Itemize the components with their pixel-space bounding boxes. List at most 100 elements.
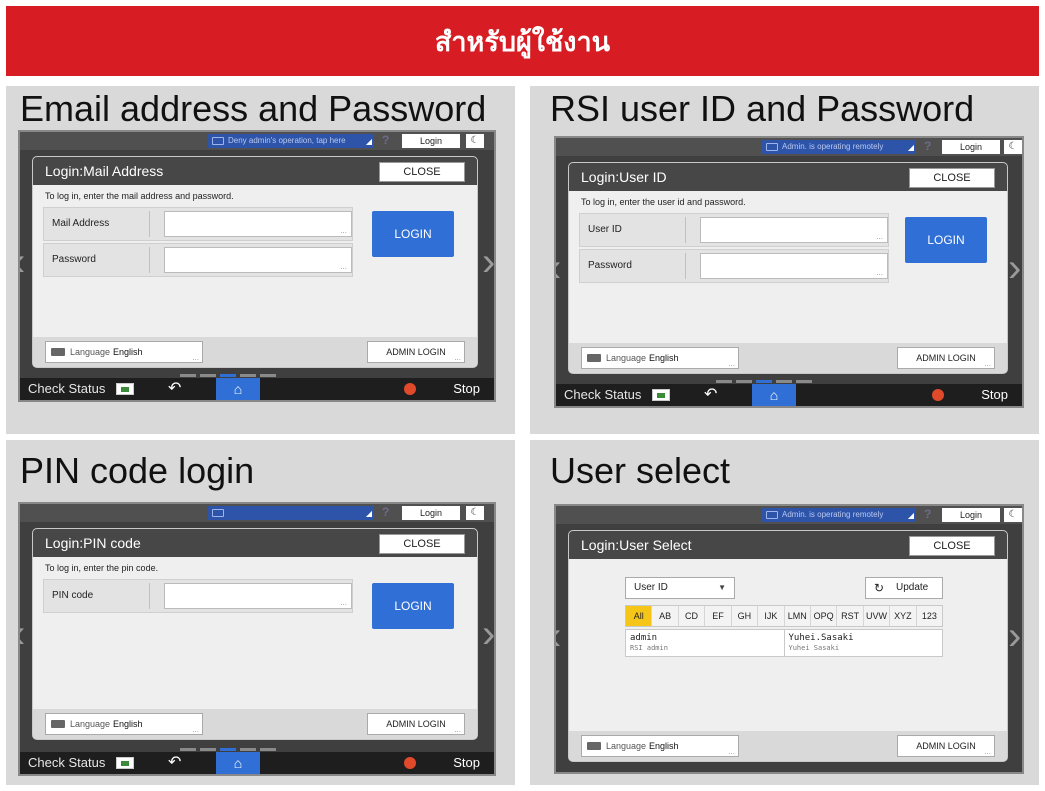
moon-icon[interactable]: ☾ — [1004, 508, 1022, 522]
alpha-filter-tabs: All AB CD EF GH IJK LMN OPQ RST UVW XYZ … — [625, 605, 943, 627]
keyboard-icon — [587, 742, 601, 750]
status-icon[interactable] — [116, 383, 134, 395]
tab-cd[interactable]: CD — [679, 606, 706, 626]
arrow-left-icon[interactable]: ‹ — [20, 614, 25, 654]
help-icon[interactable]: ? — [924, 139, 931, 153]
stop-icon[interactable] — [404, 383, 416, 395]
help-icon[interactable]: ? — [382, 505, 389, 519]
field-label: Password — [52, 254, 96, 265]
user-select-dialog: Login:User Select CLOSE User ID ▼ ↻ Upda… — [568, 530, 1008, 762]
update-button[interactable]: ↻ Update — [865, 577, 943, 599]
login-button[interactable]: LOGIN — [905, 217, 987, 263]
pin-code-input[interactable]: ... — [164, 583, 352, 609]
password-input[interactable]: ... — [700, 253, 888, 279]
home-icon[interactable]: ⌂ — [752, 384, 796, 406]
language-selector[interactable]: Language English ... — [45, 713, 203, 735]
status-icon[interactable] — [652, 389, 670, 401]
login-button[interactable]: LOGIN — [372, 583, 454, 629]
language-selector[interactable]: Language English ... — [581, 735, 739, 757]
close-button[interactable]: CLOSE — [909, 536, 995, 556]
field-label: Mail Address — [52, 218, 110, 229]
system-bar: Check Status ↶ ⌂ Stop — [20, 752, 494, 774]
field-divider — [685, 217, 686, 243]
dialog-footer: Language English ... ADMIN LOGIN ... — [569, 731, 1007, 761]
panel-pin: PIN code login ◢ ? Login ☾ ‹ › Login:PIN… — [6, 440, 515, 785]
sort-select[interactable]: User ID ▼ — [625, 577, 735, 599]
user-item[interactable]: Yuhei.Sasaki Yuhei Sasaki — [785, 630, 943, 656]
login-top-button[interactable]: Login — [402, 506, 460, 520]
check-status-button[interactable]: Check Status — [28, 378, 105, 400]
banner: สำหรับผู้ใช้งาน — [6, 6, 1039, 76]
check-status-button[interactable]: Check Status — [564, 384, 641, 406]
close-button[interactable]: CLOSE — [379, 162, 465, 182]
user-id-input[interactable]: ... — [700, 217, 888, 243]
tab-rst[interactable]: RST — [837, 606, 864, 626]
back-icon[interactable]: ↶ — [168, 752, 181, 774]
admin-login-button[interactable]: ADMIN LOGIN ... — [897, 347, 995, 369]
more-icon: ... — [192, 353, 199, 362]
tab-uvw[interactable]: UVW — [864, 606, 891, 626]
login-button[interactable]: LOGIN — [372, 211, 454, 257]
tab-opq[interactable]: OPQ — [811, 606, 838, 626]
language-selector[interactable]: Language English ... — [581, 347, 739, 369]
admin-login-button[interactable]: ADMIN LOGIN ... — [367, 713, 465, 735]
keyboard-icon — [51, 720, 65, 728]
corner-icon: ◢ — [365, 137, 372, 146]
tab-lmn[interactable]: LMN — [785, 606, 811, 626]
arrow-right-icon[interactable]: › — [1008, 248, 1021, 288]
back-icon[interactable]: ↶ — [704, 384, 717, 406]
arrow-right-icon[interactable]: › — [1008, 616, 1021, 656]
more-icon: ... — [876, 232, 883, 241]
moon-icon[interactable]: ☾ — [1004, 140, 1022, 154]
page-dot — [736, 380, 752, 383]
tab-ijk[interactable]: IJK — [758, 606, 785, 626]
login-top-button[interactable]: Login — [942, 508, 1000, 522]
stop-icon[interactable] — [932, 389, 944, 401]
tab-ef[interactable]: EF — [705, 606, 732, 626]
arrow-right-icon[interactable]: › — [482, 614, 494, 654]
status-icon[interactable] — [116, 757, 134, 769]
home-icon[interactable]: ⌂ — [216, 752, 260, 774]
tab-ab[interactable]: AB — [652, 606, 679, 626]
more-icon: ... — [728, 747, 735, 756]
back-icon[interactable]: ↶ — [168, 378, 181, 400]
language-selector[interactable]: Language English ... — [45, 341, 203, 363]
moon-icon[interactable]: ☾ — [466, 134, 484, 148]
stop-button[interactable]: Stop — [981, 384, 1008, 406]
login-top-button[interactable]: Login — [402, 134, 460, 148]
help-icon[interactable]: ? — [382, 133, 389, 147]
password-input[interactable]: ... — [164, 247, 352, 273]
remote-notice[interactable]: ◢ — [208, 506, 374, 520]
arrow-left-icon[interactable]: ‹ — [556, 616, 561, 656]
check-status-button[interactable]: Check Status — [28, 752, 105, 774]
help-icon[interactable]: ? — [924, 507, 931, 521]
panel-heading: PIN code login — [20, 450, 255, 491]
moon-icon[interactable]: ☾ — [466, 506, 484, 520]
arrow-right-icon[interactable]: › — [482, 242, 494, 282]
admin-login-button[interactable]: ADMIN LOGIN ... — [367, 341, 465, 363]
close-button[interactable]: CLOSE — [909, 168, 995, 188]
tab-xyz[interactable]: XYZ — [890, 606, 917, 626]
tab-all[interactable]: All — [626, 606, 653, 626]
arrow-left-icon[interactable]: ‹ — [20, 242, 25, 282]
remote-notice[interactable]: Admin. is operating remotely ◢ — [762, 508, 916, 522]
home-icon[interactable]: ⌂ — [216, 378, 260, 400]
admin-login-button[interactable]: ADMIN LOGIN ... — [897, 735, 995, 757]
tab-gh[interactable]: GH — [732, 606, 759, 626]
panel-email: Email address and Password Deny admin's … — [6, 86, 515, 434]
close-button[interactable]: CLOSE — [379, 534, 465, 554]
device-screen: ◢ ? Login ☾ ‹ › Login:PIN code CLOSE To … — [18, 502, 496, 776]
top-bar: ◢ ? Login ☾ — [20, 504, 494, 522]
arrow-left-icon[interactable]: ‹ — [556, 248, 561, 288]
field-divider — [149, 247, 150, 273]
tab-123[interactable]: 123 — [917, 606, 942, 626]
login-top-button[interactable]: Login — [942, 140, 1000, 154]
remote-notice[interactable]: Deny admin's operation, tap here ◢ — [208, 134, 374, 148]
stop-button[interactable]: Stop — [453, 752, 480, 774]
user-item[interactable]: admin RSI admin — [626, 630, 785, 656]
remote-notice[interactable]: Admin. is operating remotely ◢ — [762, 140, 916, 154]
dialog-footer: Language English ... ADMIN LOGIN ... — [569, 343, 1007, 373]
stop-button[interactable]: Stop — [453, 378, 480, 400]
mail-address-input[interactable]: ... — [164, 211, 352, 237]
stop-icon[interactable] — [404, 757, 416, 769]
